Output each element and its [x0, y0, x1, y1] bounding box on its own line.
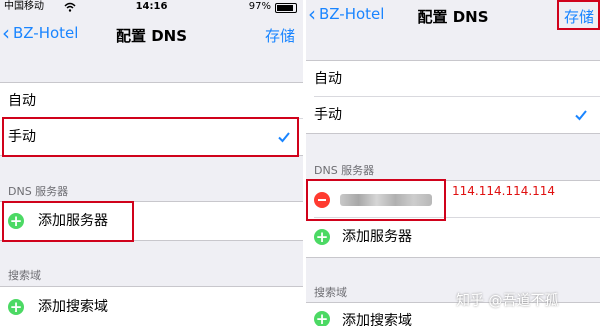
option-auto[interactable]: 自动	[0, 83, 303, 119]
battery-percent: 97%	[248, 1, 271, 12]
page-title: 配置 DNS	[417, 8, 489, 26]
add-icon: +	[8, 298, 24, 316]
dns-section-header: DNS 服务器	[314, 164, 375, 177]
status-bar: 中国移动 14:16 97%	[0, 0, 303, 14]
option-auto-label: 自动	[314, 71, 342, 87]
add-search-row[interactable]: + 添加搜索域	[0, 289, 303, 325]
highlight-save	[557, 0, 600, 30]
search-section-header: 搜索域	[8, 269, 41, 282]
battery-icon	[275, 3, 297, 13]
save-button[interactable]: 存储	[265, 25, 295, 46]
right-screenshot: ‹ BZ-Hotel 配置 DNS 存储 自动 手动 DNS 服务器 + 添加服…	[306, 0, 600, 326]
nav-bar: ‹ BZ-Hotel 配置 DNS 存储	[0, 17, 303, 51]
highlight-add-server	[2, 201, 134, 242]
add-search-label: 添加搜索域	[38, 299, 108, 315]
page-title: 配置 DNS	[115, 27, 188, 45]
option-auto[interactable]: 自动	[306, 61, 600, 97]
dns-section-header: DNS 服务器	[8, 185, 69, 198]
option-manual[interactable]: 手动	[306, 97, 600, 133]
highlight-manual	[2, 117, 299, 157]
dns-annotation: 114.114.114.114	[452, 184, 556, 198]
search-group: + 添加搜索域	[0, 286, 303, 326]
nav-bar: ‹ BZ-Hotel 配置 DNS 存储	[306, 0, 600, 34]
search-section-header: 搜索域	[314, 286, 347, 299]
add-server-row[interactable]: + 添加服务器	[306, 219, 600, 255]
add-icon: +	[314, 228, 330, 246]
option-auto-label: 自动	[8, 93, 36, 109]
option-manual-label: 手动	[314, 107, 342, 123]
mode-group: 自动 手动	[306, 60, 600, 134]
checkmark-icon	[575, 110, 587, 121]
highlight-dns-server	[306, 179, 446, 221]
add-server-label: 添加服务器	[342, 229, 412, 245]
add-icon: +	[314, 310, 330, 326]
watermark: 知乎 @吾道不孤	[456, 293, 559, 309]
left-screenshot: 中国移动 14:16 97% ‹ BZ-Hotel 配置 DNS 存储 自动 手…	[0, 0, 303, 326]
add-search-label: 添加搜索域	[342, 313, 412, 326]
